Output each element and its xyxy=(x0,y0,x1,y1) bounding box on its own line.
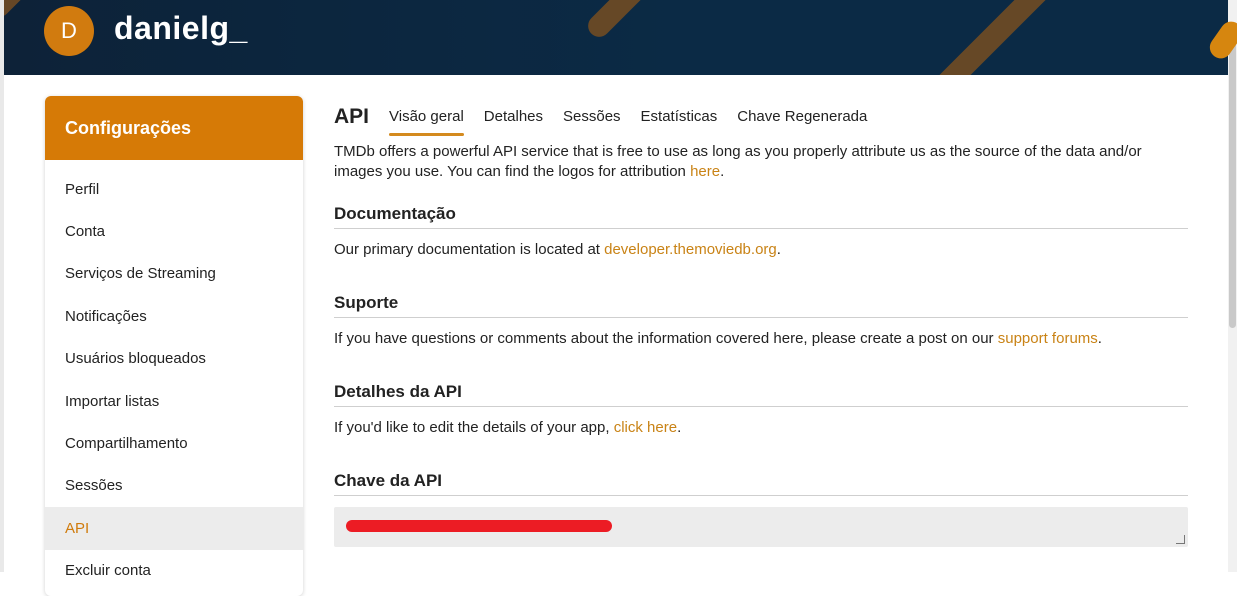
main-content: API Visão geral Detalhes Sessões Estatís… xyxy=(334,96,1188,547)
tab-chave-regenerada[interactable]: Chave Regenerada xyxy=(737,102,867,132)
support-forums-link[interactable]: support forums xyxy=(998,330,1098,347)
redacted-api-key xyxy=(346,520,612,532)
sidebar-item-sessoes[interactable]: Sessões xyxy=(45,465,303,507)
api-tabs: API Visão geral Detalhes Sessões Estatís… xyxy=(334,96,1188,136)
support-end: . xyxy=(1097,330,1102,347)
docs-end: . xyxy=(776,241,781,258)
sidebar-item-bloqueados[interactable]: Usuários bloqueados xyxy=(45,338,303,380)
section-detalhes-api: Detalhes da API If you'd like to edit th… xyxy=(334,382,1188,436)
api-key-textarea[interactable] xyxy=(334,507,1188,547)
section-title-suporte: Suporte xyxy=(334,293,1188,318)
section-title-documentacao: Documentação xyxy=(334,204,1188,229)
intro-end: . xyxy=(720,163,725,180)
vertical-scrollbar[interactable] xyxy=(1228,0,1237,572)
sidebar-menu: Perfil Conta Serviços de Streaming Notif… xyxy=(45,160,303,592)
profile-header: D danielg_ xyxy=(4,0,1228,75)
section-title-detalhes-api: Detalhes da API xyxy=(334,382,1188,407)
attribution-link[interactable]: here xyxy=(690,163,720,180)
tab-sessoes[interactable]: Sessões xyxy=(563,102,621,132)
sidebar-item-excluir-conta[interactable]: Excluir conta xyxy=(45,550,303,592)
avatar[interactable]: D xyxy=(44,6,94,56)
tab-estatisticas[interactable]: Estatísticas xyxy=(641,102,718,132)
details-text: If you'd like to edit the details of you… xyxy=(334,419,614,436)
section-title-chave-api: Chave da API xyxy=(334,471,1188,496)
resize-grip-icon[interactable] xyxy=(1176,535,1185,544)
section-documentacao: Documentação Our primary documentation i… xyxy=(334,204,1188,258)
username[interactable]: danielg_ xyxy=(114,10,248,47)
section-chave-api: Chave da API xyxy=(334,471,1188,496)
sidebar-item-compartilhamento[interactable]: Compartilhamento xyxy=(45,422,303,464)
section-text-documentacao: Our primary documentation is located at … xyxy=(334,241,1188,258)
edit-app-link[interactable]: click here xyxy=(614,419,677,436)
page-title: API xyxy=(334,105,370,128)
sidebar-item-perfil[interactable]: Perfil xyxy=(45,168,303,210)
tab-visao-geral[interactable]: Visão geral xyxy=(389,102,464,136)
section-text-detalhes-api: If you'd like to edit the details of you… xyxy=(334,419,1188,436)
support-text: If you have questions or comments about … xyxy=(334,330,998,347)
section-text-suporte: If you have questions or comments about … xyxy=(334,330,1188,347)
docs-link[interactable]: developer.themoviedb.org xyxy=(604,241,777,258)
sidebar-item-api[interactable]: API xyxy=(45,507,303,550)
settings-sidebar: Configurações Perfil Conta Serviços de S… xyxy=(45,96,303,596)
sidebar-title: Configurações xyxy=(45,96,303,160)
sidebar-item-streaming[interactable]: Serviços de Streaming xyxy=(45,253,303,295)
decorative-stripe xyxy=(913,0,1057,75)
sidebar-item-conta[interactable]: Conta xyxy=(45,210,303,252)
intro-paragraph: TMDb offers a powerful API service that … xyxy=(334,142,1188,182)
details-end: . xyxy=(677,419,682,436)
intro-text: TMDb offers a powerful API service that … xyxy=(334,143,1142,180)
docs-text: Our primary documentation is located at xyxy=(334,241,605,258)
tab-detalhes[interactable]: Detalhes xyxy=(484,102,543,132)
section-suporte: Suporte If you have questions or comment… xyxy=(334,293,1188,347)
sidebar-item-importar-listas[interactable]: Importar listas xyxy=(45,380,303,422)
decorative-stripe xyxy=(583,0,727,42)
avatar-letter: D xyxy=(61,18,77,43)
scrollbar-thumb[interactable] xyxy=(1229,38,1236,328)
sidebar-item-notificacoes[interactable]: Notificações xyxy=(45,295,303,337)
